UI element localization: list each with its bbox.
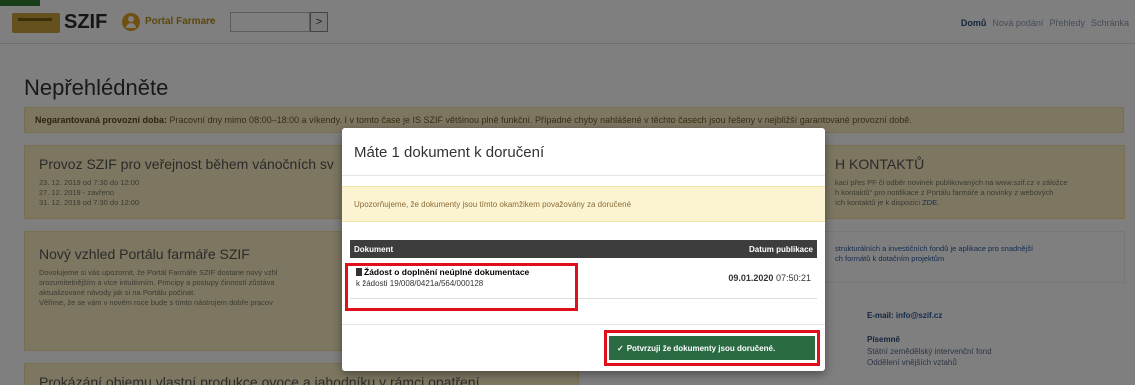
publication-date: 09.01.2020: [728, 272, 774, 283]
publication-time: 07:50:21: [775, 272, 811, 283]
modal-footer-divider: [342, 324, 825, 325]
column-header-date[interactable]: Datum publikace: [659, 240, 817, 258]
delivery-alert: Upozorňujeme, že dokumenty jsou tímto ok…: [342, 186, 825, 222]
column-header-document[interactable]: Dokument: [350, 240, 660, 258]
document-delivery-modal: Máte 1 dokument k doručení Upozorňujeme,…: [342, 128, 825, 371]
modal-divider: [342, 175, 825, 176]
modal-title: Máte 1 dokument k doručení: [354, 144, 545, 161]
highlight-box-confirm: [604, 330, 820, 366]
highlight-box-document: [345, 263, 578, 311]
